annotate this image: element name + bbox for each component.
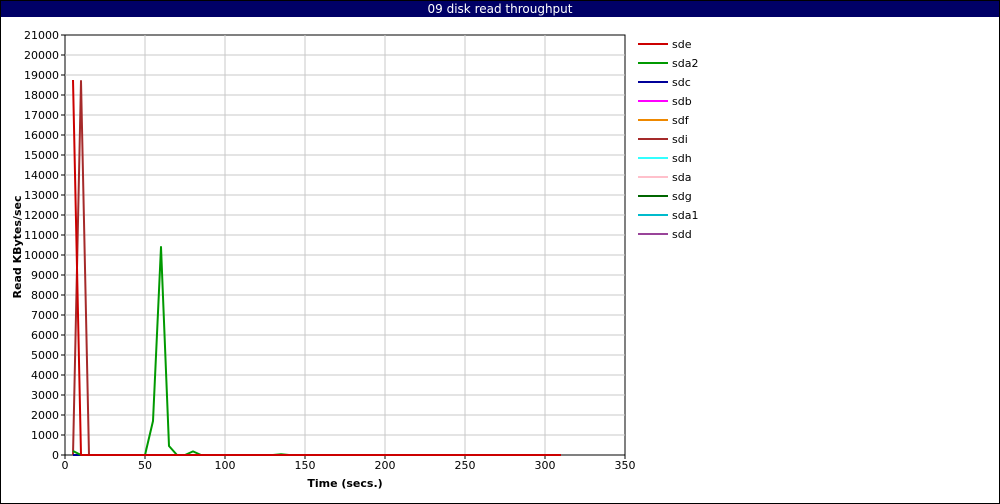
y-tick-label: 9000 — [31, 269, 59, 282]
legend-label-sda1: sda1 — [672, 209, 698, 222]
plot-area — [64, 34, 626, 456]
y-tick-label: 20000 — [24, 49, 59, 62]
y-tick-label: 12000 — [24, 209, 59, 222]
y-tick-label: 8000 — [31, 289, 59, 302]
y-tick-label: 1000 — [31, 429, 59, 442]
x-tick-label: 50 — [138, 459, 152, 472]
x-tick-label: 300 — [535, 459, 556, 472]
legend-label-sdb: sdb — [672, 95, 692, 108]
y-tick-label: 5000 — [31, 349, 59, 362]
y-tick-label: 13000 — [24, 189, 59, 202]
y-tick-label: 21000 — [24, 29, 59, 42]
y-tick-label: 19000 — [24, 69, 59, 82]
legend-label-sda: sda — [672, 171, 691, 184]
y-tick-label: 17000 — [24, 109, 59, 122]
legend-label-sde: sde — [672, 38, 692, 51]
y-axis-label: Read KBytes/sec — [11, 196, 24, 299]
y-tick-label: 7000 — [31, 309, 59, 322]
x-tick-label: 0 — [62, 459, 69, 472]
legend-label-sdg: sdg — [672, 190, 692, 203]
y-tick-label: 0 — [52, 449, 59, 462]
legend-label-sdh: sdh — [672, 152, 692, 165]
chart-svg: 0100020003000400050006000700080009000100… — [11, 29, 698, 490]
legend-label-sdf: sdf — [672, 114, 690, 127]
x-axis-label: Time (secs.) — [307, 477, 382, 490]
y-tick-label: 18000 — [24, 89, 59, 102]
x-tick-label: 350 — [615, 459, 636, 472]
y-tick-label: 11000 — [24, 229, 59, 242]
legend-label-sda2: sda2 — [672, 57, 698, 70]
x-tick-label: 150 — [295, 459, 316, 472]
legend-label-sdd: sdd — [672, 228, 692, 241]
y-tick-label: 2000 — [31, 409, 59, 422]
x-tick-label: 250 — [455, 459, 476, 472]
y-tick-label: 6000 — [31, 329, 59, 342]
x-tick-label: 100 — [215, 459, 236, 472]
y-tick-label: 10000 — [24, 249, 59, 262]
y-tick-label: 14000 — [24, 169, 59, 182]
x-tick-label: 200 — [375, 459, 396, 472]
legend-label-sdc: sdc — [672, 76, 691, 89]
y-tick-label: 16000 — [24, 129, 59, 142]
y-tick-label: 3000 — [31, 389, 59, 402]
legend-label-sdi: sdi — [672, 133, 688, 146]
y-tick-label: 4000 — [31, 369, 59, 382]
y-tick-label: 15000 — [24, 149, 59, 162]
